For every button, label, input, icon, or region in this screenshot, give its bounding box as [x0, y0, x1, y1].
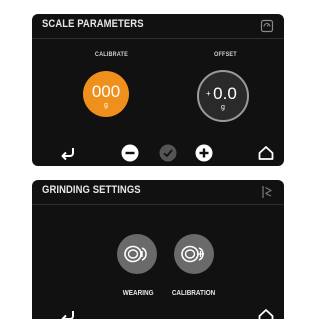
grinding-panel-header: GRINDING SETTINGS: [32, 180, 284, 205]
home-icon[interactable]: [257, 307, 275, 319]
wearing-button[interactable]: [117, 234, 157, 274]
offset-value: 0.0: [213, 84, 237, 103]
calibrate-unit: g: [104, 102, 108, 109]
scale-panel-title: SCALE PARAMETERS: [42, 18, 144, 30]
calibration-button[interactable]: [174, 234, 214, 274]
back-icon[interactable]: [59, 144, 77, 162]
grinding-settings-panel: GRINDING SETTINGS WEARING CALIBRATION: [32, 180, 284, 319]
home-icon[interactable]: [257, 144, 275, 162]
plus-icon[interactable]: [195, 144, 213, 162]
check-icon[interactable]: [159, 144, 177, 162]
calibrate-label: CALIBRATE: [94, 51, 128, 58]
burr-calibration-icon: [181, 245, 204, 263]
offset-label: OFFSET: [214, 51, 237, 58]
minus-icon[interactable]: [121, 144, 139, 162]
scale-toolbar: [32, 140, 284, 166]
offset-unit: g: [221, 104, 225, 111]
calibration-label: CALIBRATION: [171, 288, 216, 297]
grinder-icon: [260, 185, 274, 199]
grinding-panel-title: GRINDING SETTINGS: [42, 184, 141, 196]
offset-value-button[interactable]: + 0.0 g: [197, 70, 249, 122]
scale-icon: [260, 19, 274, 33]
calibrate-value-button[interactable]: 000 g: [83, 71, 129, 117]
scale-panel-header: SCALE PARAMETERS: [32, 14, 284, 39]
calibrate-value: 000: [91, 82, 121, 101]
wearing-label: WEARING: [122, 288, 154, 297]
burr-wear-icon: [124, 245, 147, 263]
back-icon[interactable]: [59, 307, 77, 319]
grinding-toolbar: [32, 303, 284, 319]
scale-parameters-panel: SCALE PARAMETERS CALIBRATE 000 g OFFSET …: [32, 14, 284, 166]
